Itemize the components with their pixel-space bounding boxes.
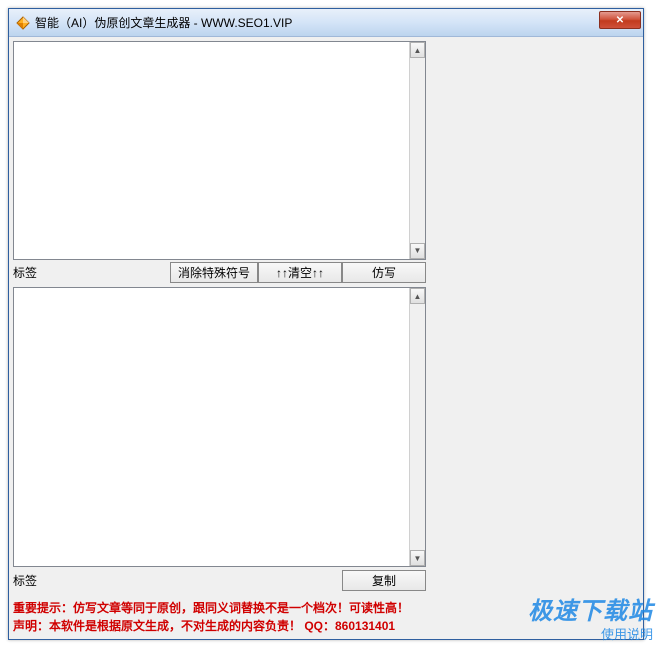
scroll-up-icon[interactable]: ▲ xyxy=(410,42,425,58)
output-scrollbar[interactable]: ▲ ▼ xyxy=(409,288,425,566)
copy-button[interactable]: 复制 xyxy=(342,570,426,591)
client-area: ▲ ▼ 标签 消除特殊符号 ↑↑清空↑↑ 仿写 ▲ ▼ 标签 xyxy=(9,37,643,639)
right-panel xyxy=(426,41,639,635)
window-title: 智能（AI）伪原创文章生成器 - WWW.SEO1.VIP xyxy=(35,14,643,31)
notice-line1: 重要提示：仿写文章等同于原创，跟同义词替换不是一个档次！可读性高！ xyxy=(13,599,426,617)
scroll-up-icon[interactable]: ▲ xyxy=(410,288,425,304)
app-icon xyxy=(15,15,31,31)
notice-line2: 声明：本软件是根据原文生成，不对生成的内容负责！ QQ：860131401 xyxy=(13,617,426,635)
scroll-down-icon[interactable]: ▼ xyxy=(410,243,425,259)
output-tag-label: 标签 xyxy=(13,572,133,589)
close-button[interactable]: ✕ xyxy=(599,11,641,29)
input-textarea-wrap: ▲ ▼ xyxy=(13,41,426,260)
clear-special-button[interactable]: 消除特殊符号 xyxy=(170,262,258,283)
input-scrollbar[interactable]: ▲ ▼ xyxy=(409,42,425,259)
app-window: 智能（AI）伪原创文章生成器 - WWW.SEO1.VIP ✕ ▲ ▼ 标签 消… xyxy=(8,8,644,640)
left-panel: ▲ ▼ 标签 消除特殊符号 ↑↑清空↑↑ 仿写 ▲ ▼ 标签 xyxy=(13,41,426,635)
output-textarea[interactable] xyxy=(14,288,409,566)
rewrite-button[interactable]: 仿写 xyxy=(342,262,426,283)
input-toolbar: 标签 消除特殊符号 ↑↑清空↑↑ 仿写 xyxy=(13,262,426,284)
scroll-down-icon[interactable]: ▼ xyxy=(410,550,425,566)
input-textarea[interactable] xyxy=(14,42,409,259)
output-textarea-wrap: ▲ ▼ xyxy=(13,287,426,567)
titlebar[interactable]: 智能（AI）伪原创文章生成器 - WWW.SEO1.VIP ✕ xyxy=(9,9,643,37)
output-toolbar: 标签 复制 xyxy=(13,569,426,591)
clear-button[interactable]: ↑↑清空↑↑ xyxy=(258,262,342,283)
input-tag-label: 标签 xyxy=(13,264,133,281)
footer-notice: 重要提示：仿写文章等同于原创，跟同义词替换不是一个档次！可读性高！ 声明：本软件… xyxy=(13,599,426,635)
close-icon: ✕ xyxy=(616,15,624,26)
